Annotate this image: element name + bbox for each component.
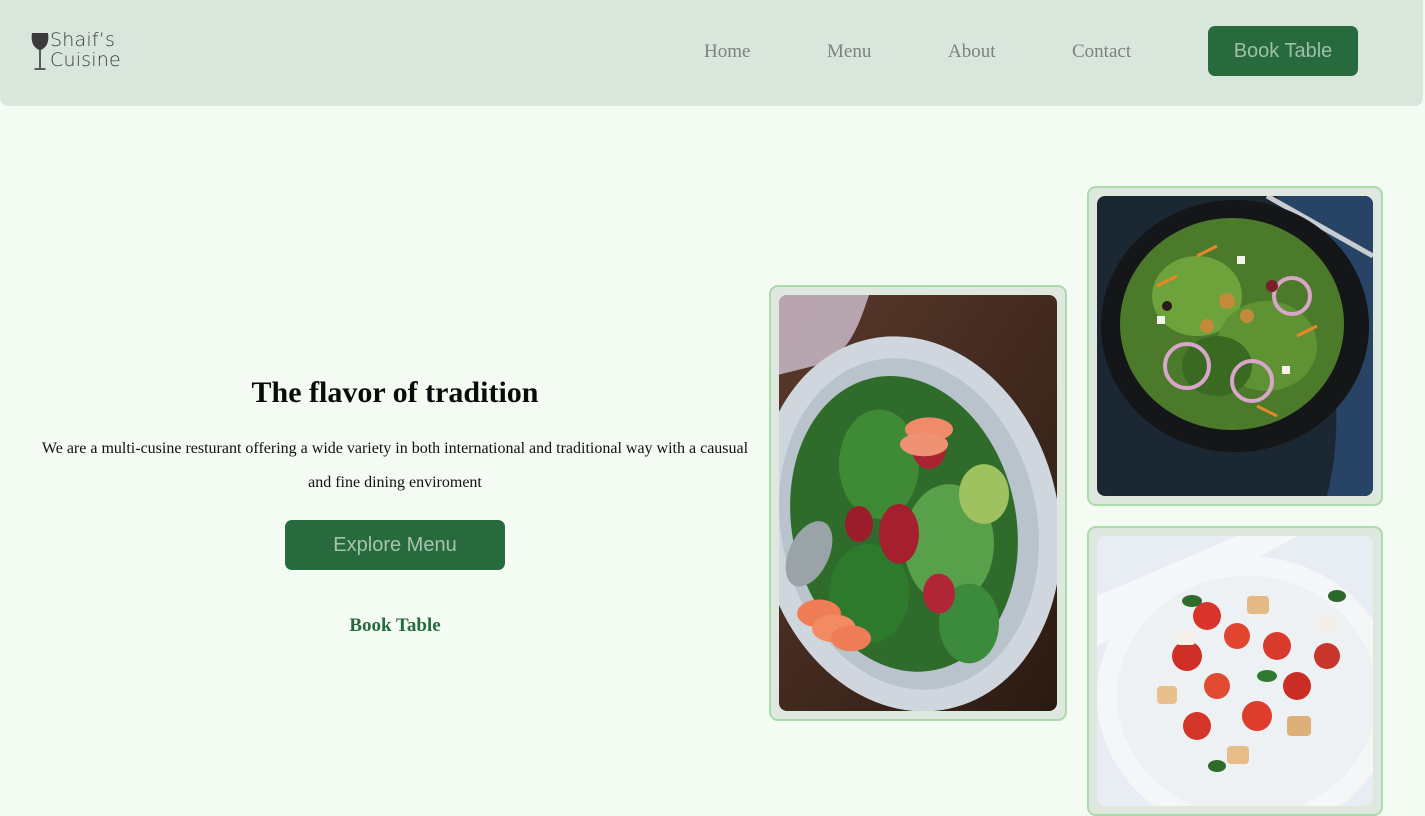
nav-home-link[interactable]: Home	[704, 40, 750, 64]
nav-contact-link[interactable]: Contact	[1072, 40, 1131, 64]
brand-name-line1: Shaif’s	[50, 29, 116, 51]
salad-pomegranate-avocado-photo	[779, 295, 1057, 711]
wine-glass-icon	[31, 33, 49, 70]
tomato-bread-salad-photo	[1097, 536, 1373, 806]
brand-name: Shaif’s Cuisine	[50, 30, 121, 70]
explore-menu-button[interactable]: Explore Menu	[285, 520, 505, 570]
site-header: Shaif’s Cuisine Home Menu About Contact …	[0, 0, 1423, 106]
gallery-card-1	[769, 285, 1067, 721]
gallery-card-2	[1087, 186, 1383, 506]
book-table-button[interactable]: Book Table	[1208, 26, 1358, 76]
brand-logo[interactable]: Shaif’s Cuisine	[29, 30, 129, 74]
nav-about-link[interactable]: About	[948, 40, 996, 64]
nav-menu-link[interactable]: Menu	[827, 40, 871, 64]
book-table-link[interactable]: Book Table	[285, 614, 505, 638]
hero-title: The flavor of tradition	[251, 376, 539, 409]
green-salad-dark-bowl-photo	[1097, 196, 1373, 496]
brand-name-line2: Cuisine	[50, 49, 121, 71]
gallery-card-3	[1087, 526, 1383, 816]
hero-description: We are a multi-cusine resturant offering…	[41, 440, 749, 491]
